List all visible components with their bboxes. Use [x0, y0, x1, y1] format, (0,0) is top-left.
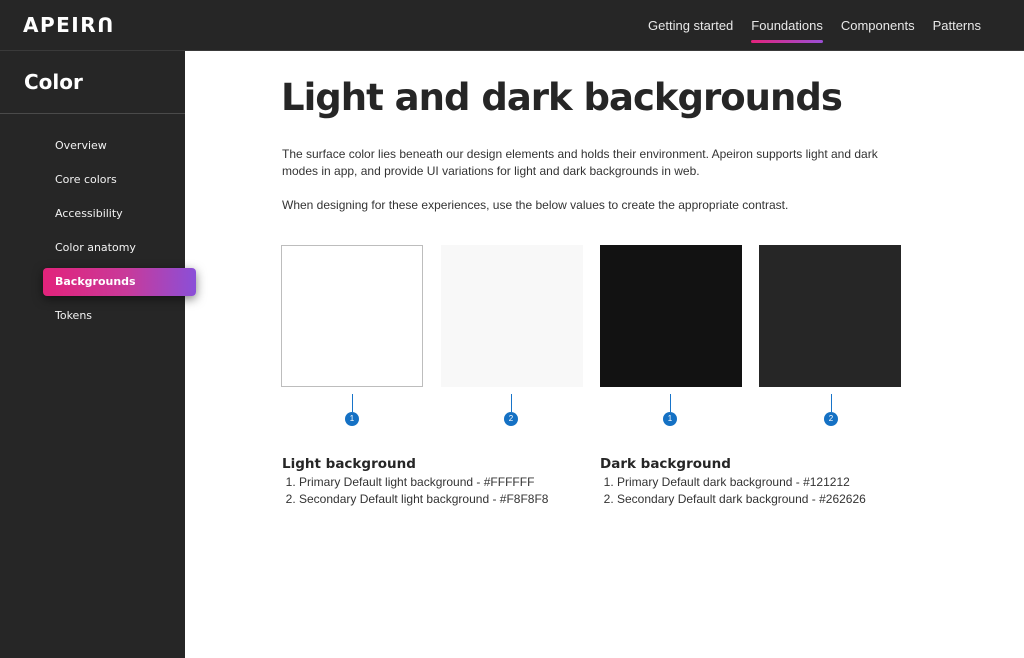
light-background-list: Primary Default light background - #FFFF…	[282, 474, 548, 508]
main-nav: Getting started Foundations Components P…	[630, 0, 981, 51]
list-item: Secondary Default dark background - #262…	[617, 491, 866, 508]
sidebar-item-backgrounds[interactable]: Backgrounds	[43, 268, 196, 296]
sidebar-item-tokens[interactable]: Tokens	[55, 309, 92, 322]
list-item: Secondary Default light background - #F8…	[299, 491, 548, 508]
sidebar-divider	[0, 113, 185, 114]
swatch-dark-secondary	[759, 245, 901, 387]
intro-paragraph: The surface color lies beneath our desig…	[282, 147, 878, 178]
marker-badge: 2	[824, 412, 838, 426]
list-item: Primary Default dark background - #12121…	[617, 474, 866, 491]
light-background-title: Light background	[282, 456, 416, 472]
sidebar-title: Color	[24, 70, 83, 94]
nav-components[interactable]: Components	[841, 0, 915, 51]
nav-foundations[interactable]: Foundations	[751, 0, 823, 51]
list-item: Primary Default light background - #FFFF…	[299, 474, 548, 491]
top-navigation-bar: APEIRꓵ Getting started Foundations Compo…	[0, 0, 1024, 51]
marker-badge: 1	[345, 412, 359, 426]
marker-line	[511, 394, 512, 412]
marker-line	[831, 394, 832, 412]
page-title: Light and dark backgrounds	[281, 76, 843, 119]
sidebar: Color Overview Core colors Accessibility…	[0, 51, 196, 658]
dark-background-title: Dark background	[600, 456, 731, 472]
swatch-light-primary	[281, 245, 423, 387]
instruction-paragraph: When designing for these experiences, us…	[282, 198, 789, 212]
swatch-light-secondary	[441, 245, 583, 387]
marker-line	[352, 394, 353, 412]
sidebar-item-accessibility[interactable]: Accessibility	[55, 207, 123, 220]
apeiron-logo[interactable]: APEIRꓵ	[23, 13, 115, 37]
nav-patterns[interactable]: Patterns	[933, 0, 981, 51]
dark-background-list: Primary Default dark background - #12121…	[600, 474, 866, 508]
marker-line	[670, 394, 671, 412]
sidebar-item-color-anatomy[interactable]: Color anatomy	[55, 241, 136, 254]
marker-badge: 2	[504, 412, 518, 426]
sidebar-item-core-colors[interactable]: Core colors	[55, 173, 117, 186]
marker-badge: 1	[663, 412, 677, 426]
sidebar-item-overview[interactable]: Overview	[55, 139, 107, 152]
nav-getting-started[interactable]: Getting started	[648, 0, 733, 51]
swatch-dark-primary	[600, 245, 742, 387]
